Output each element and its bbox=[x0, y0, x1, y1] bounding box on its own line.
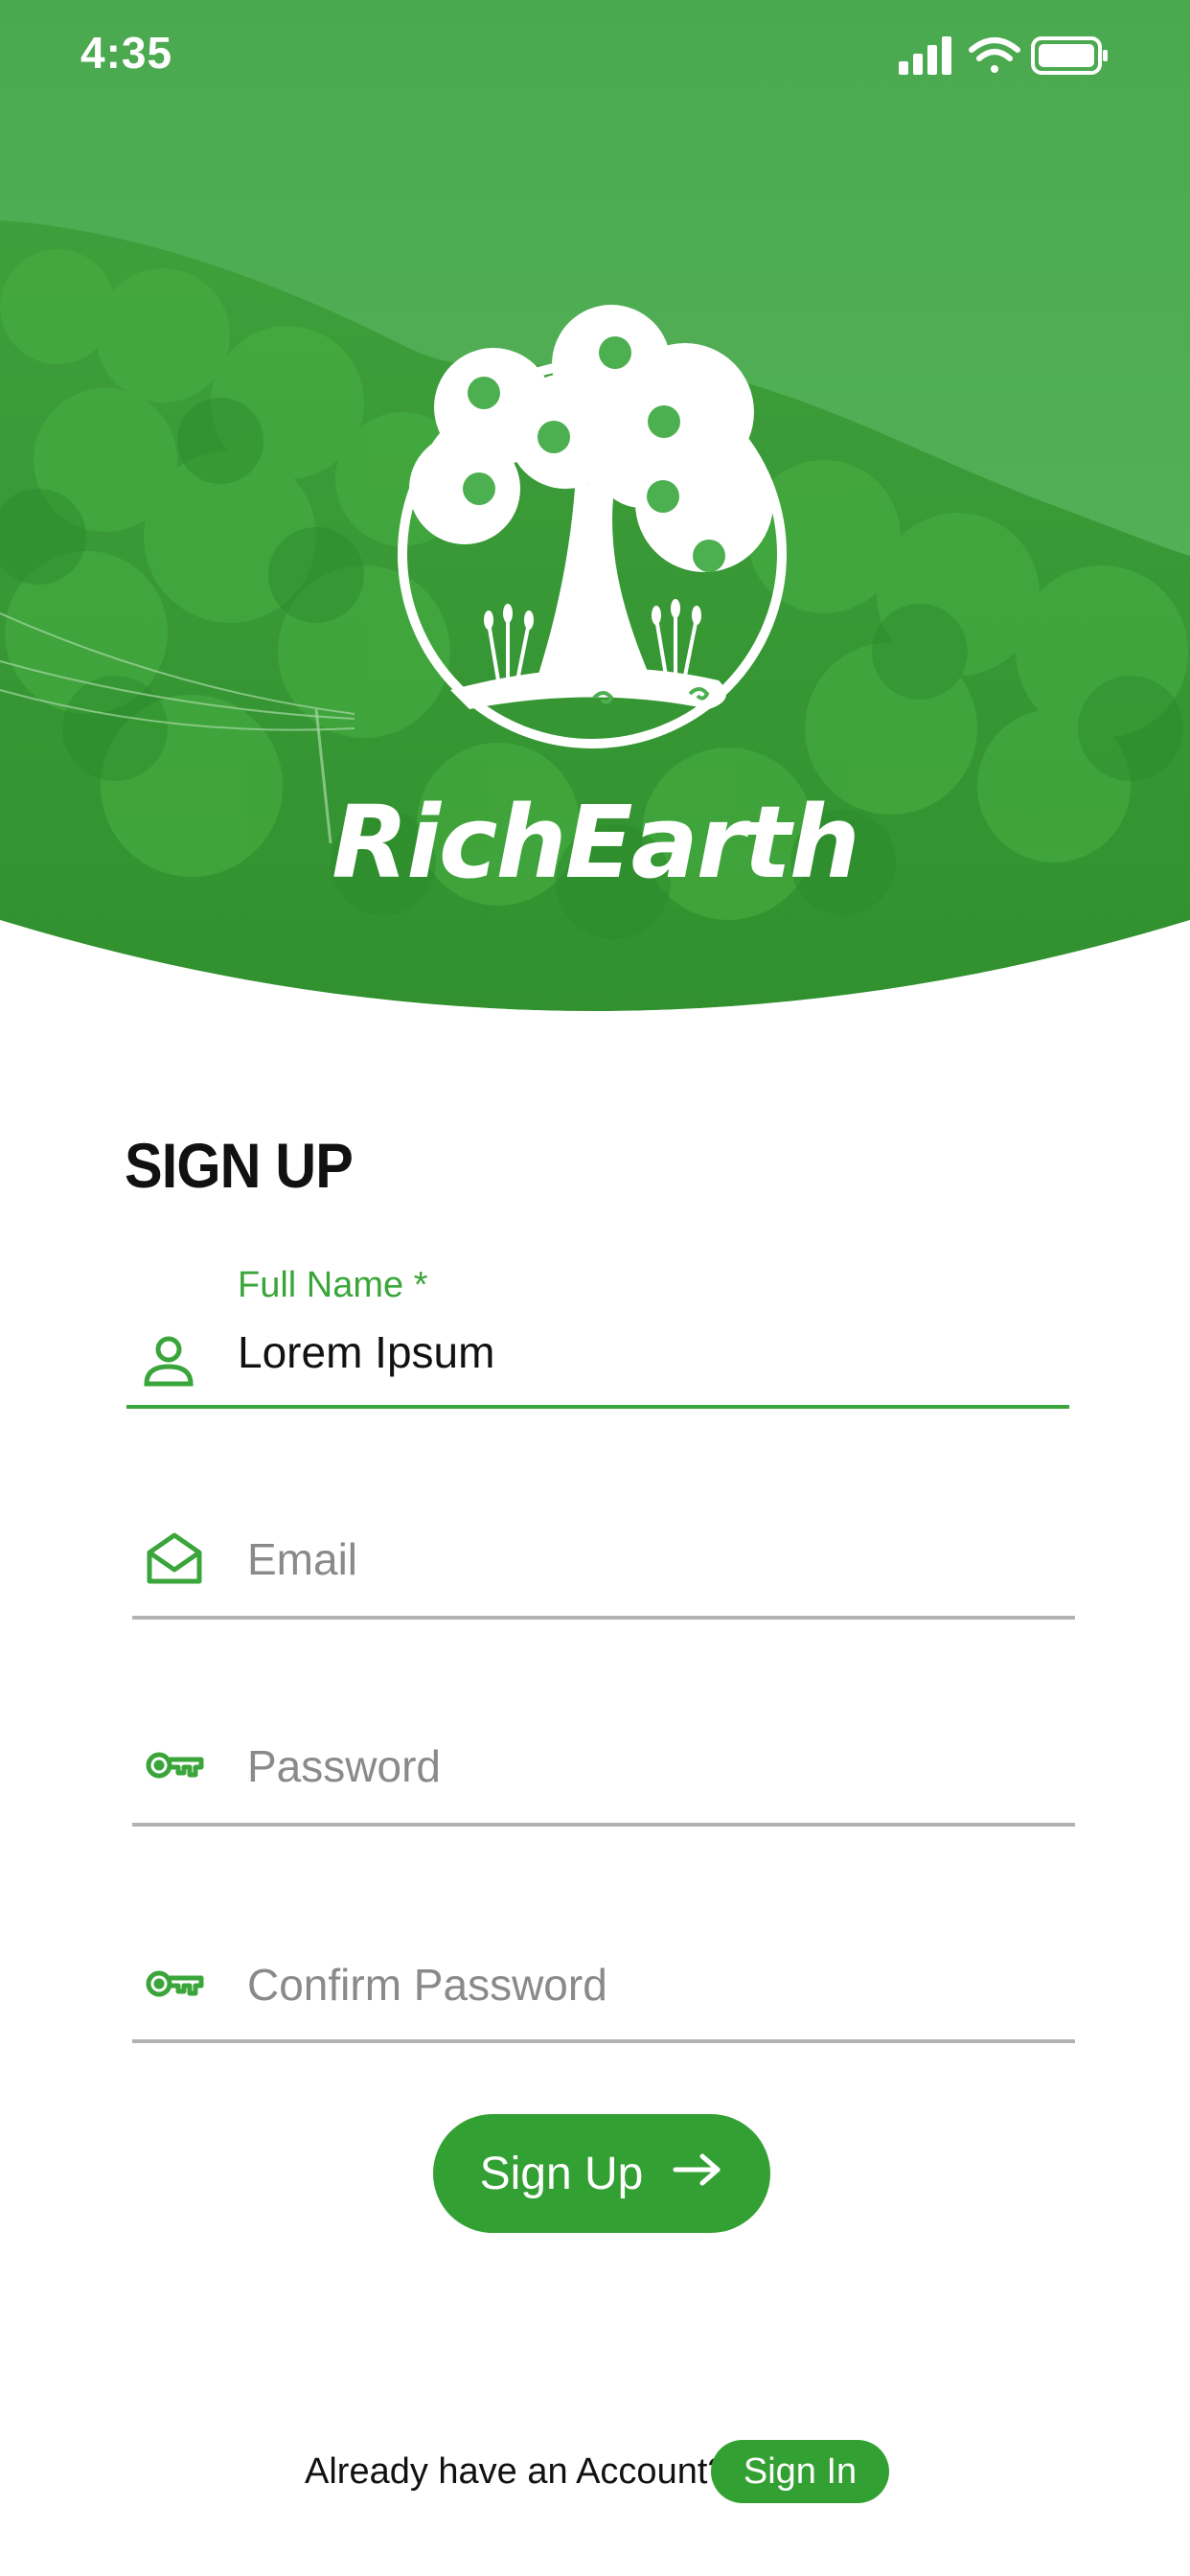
full-name-input[interactable]: Lorem Ipsum bbox=[238, 1326, 1042, 1378]
email-underline bbox=[132, 1616, 1075, 1620]
battery-icon bbox=[1031, 36, 1108, 75]
page-title: SIGN UP bbox=[125, 1130, 354, 1201]
status-bar: 4:35 bbox=[0, 0, 1190, 105]
person-icon bbox=[138, 1330, 199, 1392]
email-field[interactable]: Email bbox=[132, 1476, 1075, 1620]
sign-up-button[interactable]: Sign Up bbox=[433, 2114, 770, 2233]
confirm-password-input[interactable]: Confirm Password bbox=[247, 1959, 607, 2011]
full-name-field[interactable]: Full Name * Lorem Ipsum bbox=[126, 1265, 1069, 1409]
confirm-password-field[interactable]: Confirm Password bbox=[132, 1899, 1075, 2043]
email-input[interactable]: Email bbox=[247, 1533, 357, 1585]
key-icon bbox=[144, 1735, 205, 1796]
sign-up-label: Sign Up bbox=[479, 2148, 644, 2199]
full-name-underline bbox=[126, 1405, 1069, 1409]
signin-prompt: Already have an Account? Sign In bbox=[0, 2440, 1190, 2507]
status-icons bbox=[899, 33, 1110, 80]
signal-icon bbox=[899, 36, 951, 75]
envelope-icon bbox=[144, 1528, 205, 1589]
wifi-icon bbox=[969, 37, 1020, 73]
brand-name: RichEarth bbox=[332, 784, 860, 901]
status-time: 4:35 bbox=[80, 28, 173, 78]
arrow-right-icon bbox=[672, 2148, 723, 2200]
signin-prompt-text: Already have an Account? bbox=[305, 2451, 728, 2492]
password-underline bbox=[132, 1823, 1075, 1827]
tree-logo-icon bbox=[393, 297, 805, 767]
confirm-password-underline bbox=[132, 2039, 1075, 2043]
full-name-label: Full Name * bbox=[238, 1265, 428, 1305]
password-field[interactable]: Password bbox=[132, 1683, 1075, 1827]
key-icon bbox=[144, 1953, 205, 2014]
sign-in-button[interactable]: Sign In bbox=[711, 2440, 889, 2503]
password-input[interactable]: Password bbox=[247, 1740, 441, 1792]
